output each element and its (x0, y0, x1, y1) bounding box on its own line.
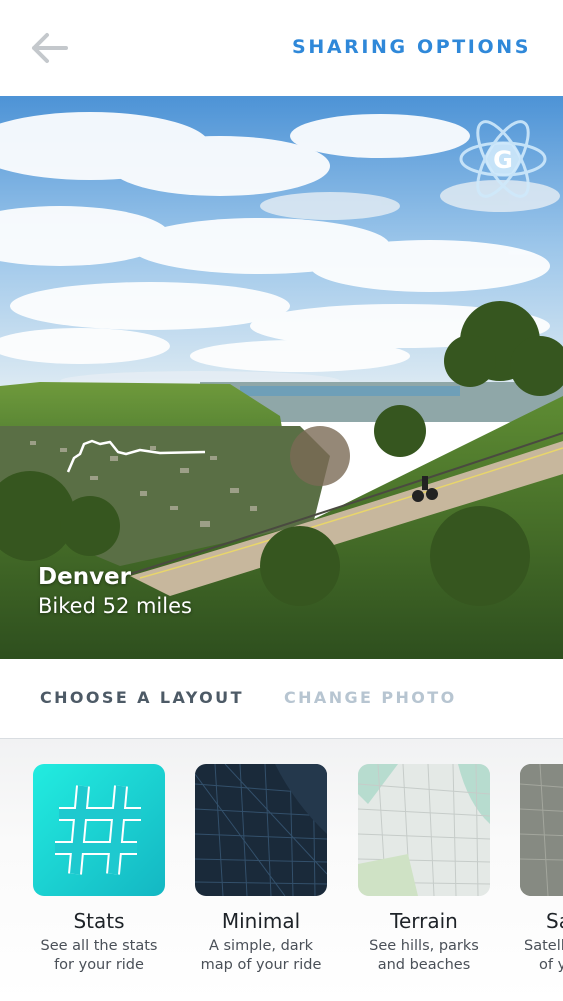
satellite-map-icon (520, 764, 563, 896)
city-label: Denver (38, 564, 131, 590)
tab-choose-layout[interactable]: CHOOSE A LAYOUT (40, 688, 244, 707)
layout-card-terrain[interactable]: Terrain See hills, parks and beaches (339, 764, 509, 975)
hashtag-icon (33, 764, 165, 896)
layout-desc-line1: See hills, parks (369, 938, 479, 954)
layout-card-minimal[interactable]: Minimal A simple, dark map of your ride (176, 764, 346, 975)
layout-tabs: CHOOSE A LAYOUT CHANGE PHOTO (0, 659, 563, 739)
top-bar: SHARING OPTIONS (0, 0, 563, 96)
layout-desc-line2: and beaches (377, 957, 471, 973)
dark-map-icon (195, 764, 327, 896)
layout-title: Terrain (390, 909, 458, 933)
arrow-left-icon (32, 33, 68, 63)
terrain-map-icon (358, 764, 490, 896)
g-atom-logo-icon[interactable]: G (456, 112, 550, 206)
layout-desc-line1: A simple, dark (208, 938, 314, 954)
layout-card-stats[interactable]: Stats See all the stats for your ride (14, 764, 184, 975)
layout-desc-line2: of y (539, 957, 563, 973)
layout-desc-line1: Satell (524, 938, 563, 954)
layout-title: Stats (73, 909, 125, 933)
layout-carousel[interactable]: Stats See all the stats for your ride Mi… (0, 739, 563, 1001)
tab-change-photo[interactable]: CHANGE PHOTO (284, 688, 457, 707)
layout-desc-line1: See all the stats (40, 938, 158, 954)
hero-photo: G Denver Biked 52 miles (0, 96, 563, 659)
activity-label: Biked 52 miles (38, 594, 192, 618)
layout-card-satellite[interactable]: Sa Satell of y (501, 764, 563, 975)
sharing-options-button[interactable]: SHARING OPTIONS (292, 36, 531, 58)
layout-desc-line2: for your ride (54, 957, 144, 973)
layout-title: Minimal (221, 909, 301, 933)
photo-caption: Denver Biked 52 miles (38, 562, 192, 620)
layout-desc-line2: map of your ride (200, 957, 322, 973)
svg-text:G: G (493, 146, 513, 174)
back-button[interactable] (30, 30, 72, 66)
layout-title: Sa (546, 909, 563, 933)
